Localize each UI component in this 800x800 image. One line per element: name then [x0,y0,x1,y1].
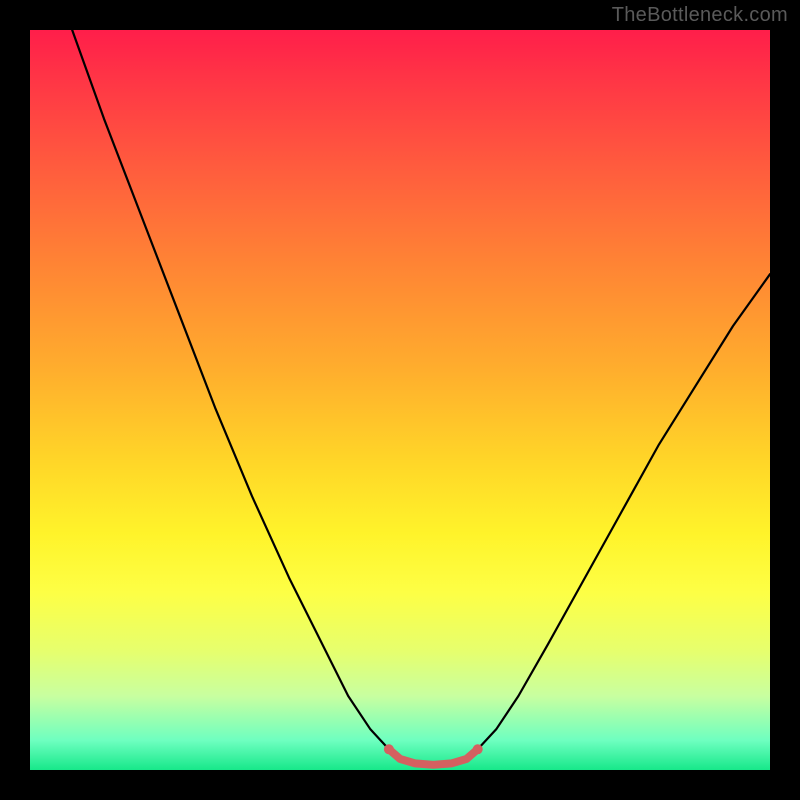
bottom-fill-endpoint [384,744,394,754]
bottom-fill-endpoint [473,744,483,754]
series-bottom-fill [389,749,478,765]
series-left-branch [72,30,389,749]
series-right-branch [478,274,770,749]
plot-area [30,30,770,770]
series-group [72,30,770,765]
chart-svg [30,30,770,770]
watermark-text: TheBottleneck.com [612,4,788,27]
